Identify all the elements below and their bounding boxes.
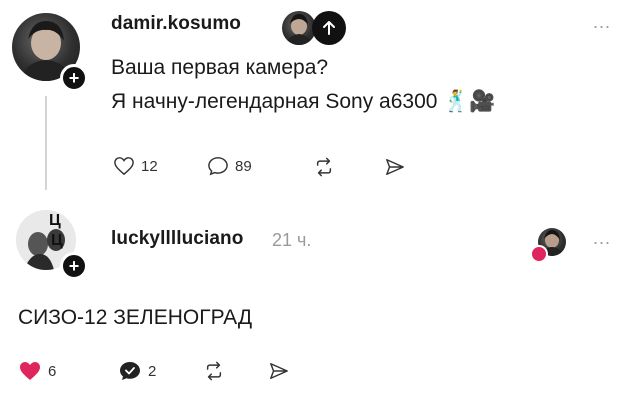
comment-icon xyxy=(208,157,228,176)
like-button[interactable]: 12 xyxy=(113,156,158,176)
like-count: 6 xyxy=(48,362,57,380)
heart-filled-icon xyxy=(20,362,40,380)
repost-icon[interactable] xyxy=(313,157,335,182)
post-2: Ц Ц + luckylllluciano 21 ч. ... СИЗО-12 … xyxy=(0,190,640,393)
like-button[interactable]: 6 xyxy=(18,360,56,382)
post-text-line-2: Я начну-легендарная Sony a6300 🕺🎥 xyxy=(111,90,496,113)
timestamp: 21 ч. xyxy=(272,230,312,250)
post-1: + damir.kosumo ... Ваша первая камера? Я… xyxy=(0,0,640,190)
more-options-icon[interactable]: ... xyxy=(593,228,611,249)
arrow-up-icon[interactable] xyxy=(312,11,346,45)
more-options-icon[interactable]: ... xyxy=(593,12,611,33)
comment-button[interactable]: 2 xyxy=(118,360,156,382)
thread-line xyxy=(45,96,47,190)
username[interactable]: damir.kosumo xyxy=(111,13,241,35)
avatar-letter: Ц xyxy=(49,212,61,229)
avatar-letter: Ц xyxy=(51,232,63,249)
heart-icon xyxy=(114,157,134,176)
comment-button[interactable]: 89 xyxy=(207,156,252,176)
username[interactable]: luckylllluciano xyxy=(111,228,243,250)
repost-icon[interactable] xyxy=(203,361,225,386)
comment-count: 89 xyxy=(235,157,252,175)
follow-plus-button[interactable]: + xyxy=(60,64,88,92)
post-text-line-1: Ваша первая камера? xyxy=(111,56,329,79)
like-count: 12 xyxy=(141,157,158,175)
follow-plus-button[interactable]: + xyxy=(60,252,88,280)
post-text: СИЗО-12 ЗЕЛЕНОГРАД xyxy=(18,306,253,329)
reply-avatar-photo-icon xyxy=(285,14,313,45)
reply-avatar[interactable] xyxy=(282,11,316,45)
comment-filled-icon xyxy=(120,362,140,380)
share-icon[interactable] xyxy=(268,361,290,386)
share-icon[interactable] xyxy=(384,157,406,182)
red-heart-badge-icon xyxy=(530,245,548,263)
comment-count: 2 xyxy=(148,362,157,380)
